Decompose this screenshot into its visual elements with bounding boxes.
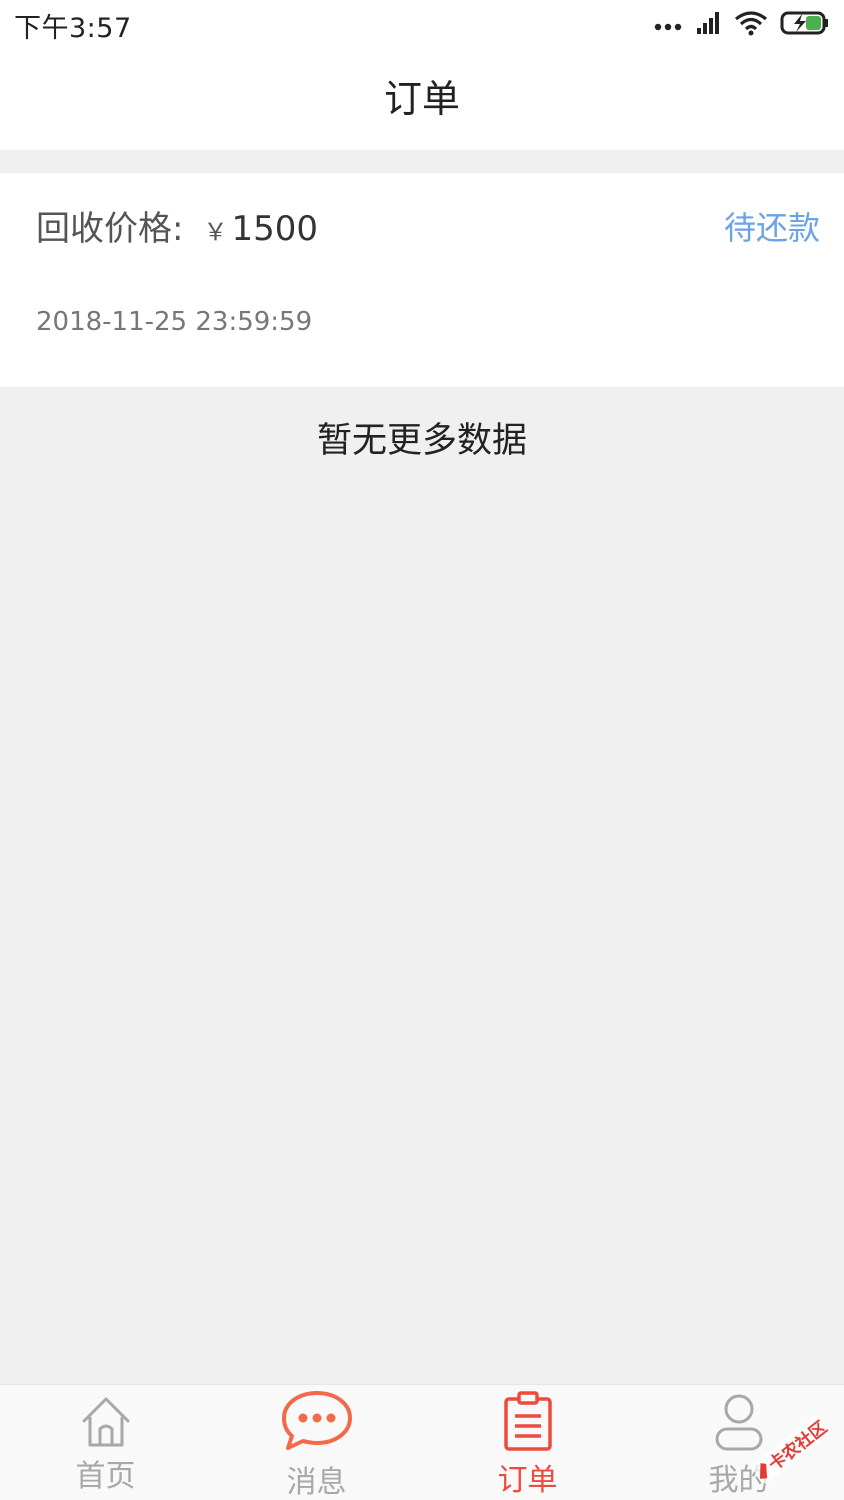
tab-orders[interactable]: 订单 [422, 1385, 633, 1500]
price-value: 1500 [231, 209, 318, 249]
svg-text:卡农社区: 卡农社区 [765, 1417, 832, 1475]
screen: 下午3:57 订单 回收价格: ￥ 1500 待还款 2018-11-25 23… [0, 0, 844, 1500]
tab-home[interactable]: 首页 [0, 1385, 211, 1500]
order-status-label: 待还款 [723, 209, 820, 247]
price-currency: ￥ [203, 218, 228, 246]
tab-bar: 首页 消息 订单 我的 [0, 1384, 844, 1500]
status-icons [654, 10, 830, 40]
more-dots-icon [654, 16, 684, 35]
wifi-icon [734, 10, 768, 40]
status-time: 下午3:57 [14, 13, 132, 44]
tab-messages[interactable]: 消息 [211, 1385, 422, 1500]
message-bubble-icon [280, 1389, 354, 1455]
watermark-logo: 卡农社区 [740, 1404, 840, 1498]
tab-home-label: 首页 [75, 1459, 136, 1494]
battery-charging-icon [780, 11, 830, 39]
home-icon [79, 1395, 133, 1453]
order-date: 2018-11-25 23:59:59 [36, 307, 313, 337]
no-more-data-text: 暂无更多数据 [316, 421, 527, 461]
status-bar: 下午3:57 [0, 0, 844, 48]
page-title: 订单 [383, 77, 460, 121]
order-clipboard-icon [503, 1391, 553, 1455]
title-bar: 订单 [0, 48, 844, 150]
order-card[interactable]: 回收价格: ￥ 1500 待还款 2018-11-25 23:59:59 [0, 173, 844, 387]
signal-icon [696, 11, 722, 39]
tab-orders-label: 订单 [497, 1463, 558, 1498]
tab-messages-label: 消息 [286, 1465, 347, 1500]
price-label: 回收价格: [36, 209, 184, 249]
price-row: 回收价格: ￥ 1500 [36, 201, 318, 250]
